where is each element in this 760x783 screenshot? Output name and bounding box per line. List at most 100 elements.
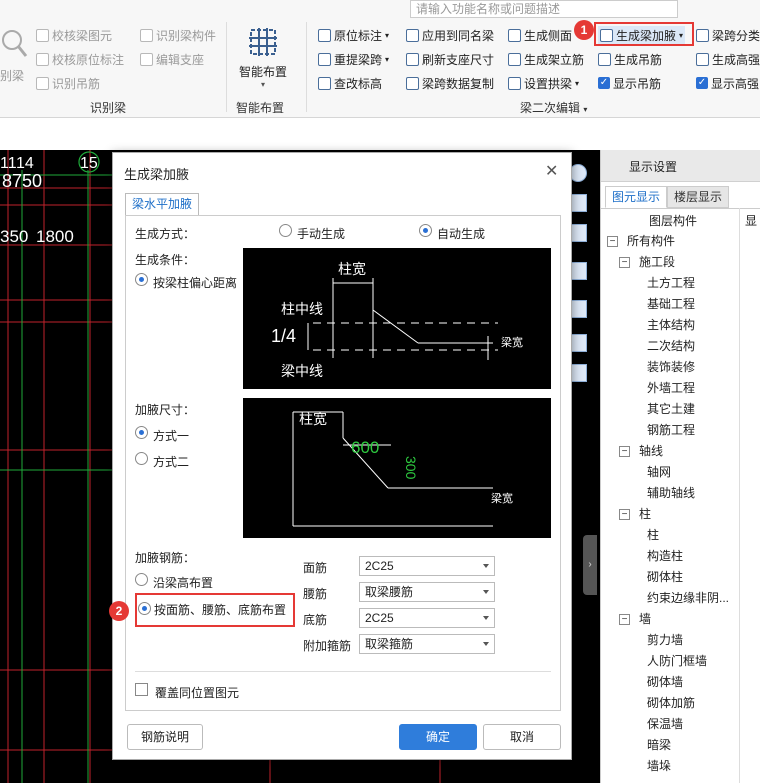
tree-item-label: 辅助轴线 xyxy=(647,486,696,500)
tree-item-label: 外墙工程 xyxy=(647,381,696,395)
tree-item-label: 土方工程 xyxy=(647,276,696,290)
tree-item-label: 砌体墙 xyxy=(647,675,684,689)
gen-beam-haunch-dialog: 生成梁加腋 ✕ 梁水平加腋 生成方式： 手动生成 自动生成 生成条件： 按梁柱偏… xyxy=(109,152,572,760)
tree-item[interactable]: 基础工程 xyxy=(601,294,760,315)
tab-floor-display[interactable]: 楼层显示 xyxy=(667,186,729,208)
collapse-toggle-icon[interactable]: − xyxy=(619,509,630,520)
tab-beam-horizontal-haunch[interactable]: 梁水平加腋 xyxy=(125,193,199,215)
tree-item[interactable]: 主体结构 xyxy=(601,315,760,336)
tree-item[interactable]: 砌体加筋 xyxy=(601,693,760,714)
extra-stirrup-select[interactable]: 取梁箍筋 xyxy=(359,634,495,654)
collapse-toggle-icon[interactable]: − xyxy=(619,446,630,457)
apply-icon xyxy=(406,28,419,42)
apply-same-beam-button[interactable]: 应用到同名梁 xyxy=(406,26,494,44)
radio-manual[interactable] xyxy=(279,224,292,237)
top-bar-select[interactable]: 2C25 xyxy=(359,556,495,576)
tree-item[interactable]: 外墙工程 xyxy=(601,378,760,399)
col-width-text-2: 柱宽 xyxy=(299,411,327,427)
field-label-waist-bar: 腰筋 xyxy=(303,587,328,601)
check-beam-button[interactable]: 校核梁图元 xyxy=(36,26,112,44)
tree-item[interactable]: 墙垛 xyxy=(601,756,760,777)
chevron-down-icon xyxy=(483,642,489,646)
tree-item[interactable]: 人防门框墙 xyxy=(601,651,760,672)
identify-hanger-button[interactable]: 识别吊筋 xyxy=(36,74,100,92)
tree-item[interactable]: 其它土建 xyxy=(601,399,760,420)
checkbox-checked-icon: ✓ xyxy=(598,77,610,89)
tree-item[interactable]: − 所有构件 xyxy=(601,231,760,252)
edit-elevation-button[interactable]: 查改标高 xyxy=(318,74,382,92)
highlight-box-rebar xyxy=(135,593,295,627)
tree-item[interactable]: 二次结构 xyxy=(601,336,760,357)
dim-300-text: 300 xyxy=(403,456,419,480)
radio-eccentric-label: 按梁柱偏心距离 xyxy=(153,276,238,290)
classify-icon xyxy=(696,28,709,42)
bottom-bar-select[interactable]: 2C25 xyxy=(359,608,495,628)
edit-support-button[interactable]: 编辑支座 xyxy=(140,50,204,68)
tab-element-display[interactable]: 图元显示 xyxy=(605,186,667,208)
collapse-toggle-icon[interactable]: − xyxy=(619,257,630,268)
collapse-toggle-icon[interactable]: − xyxy=(607,236,618,247)
radio-along-height[interactable] xyxy=(135,573,148,586)
divider xyxy=(135,671,551,672)
radio-size-mode1[interactable] xyxy=(135,426,148,439)
set-arch-beam-button[interactable]: 设置拱梁 ▾ xyxy=(508,74,579,92)
tree-item[interactable]: 约束边缘非阴... xyxy=(601,588,760,609)
check-original-mark-button[interactable]: 校核原位标注 xyxy=(36,50,124,68)
tree-item[interactable]: 土方工程 xyxy=(601,273,760,294)
beam-width-text-1: 梁宽 xyxy=(501,335,523,349)
collapse-panel-handle[interactable]: › xyxy=(583,535,597,595)
close-icon[interactable]: ✕ xyxy=(545,161,558,181)
tree-item[interactable]: 剪力墙 xyxy=(601,630,760,651)
gen-high-strength-button[interactable]: 生成高强 xyxy=(696,50,760,68)
col-width-text: 柱宽 xyxy=(338,261,366,277)
identify-beam-big-button[interactable]: 别梁 xyxy=(0,24,30,84)
field-label-extra-stirrup: 附加箍筋 xyxy=(303,639,352,653)
tree-item[interactable]: 构造柱 xyxy=(601,546,760,567)
radio-auto[interactable] xyxy=(419,224,432,237)
waist-bar-select[interactable]: 取梁腰筋 xyxy=(359,582,495,602)
gen-hanger-button[interactable]: 生成吊筋 xyxy=(598,50,662,68)
tree-item-label: 柱 xyxy=(639,507,652,521)
tree-item[interactable]: 辅助轴线 xyxy=(601,483,760,504)
ribbon-toolbar: 请输入功能名称或问题描述 别梁 校核梁图元 识别梁构件 校核原位标注 编辑支座 … xyxy=(0,0,760,118)
tree-item-label: 构造柱 xyxy=(647,549,684,563)
identify-beam-component-button[interactable]: 识别梁构件 xyxy=(140,26,216,44)
haunch-diagram-2: 柱宽 600 300 梁宽 xyxy=(292,411,513,527)
collapse-toggle-icon[interactable]: − xyxy=(619,614,630,625)
chevron-down-icon: ▾ xyxy=(583,105,588,114)
tree-item[interactable]: 轴网 xyxy=(601,462,760,483)
ratio-text: 1/4 xyxy=(271,326,296,346)
smart-layout-button[interactable]: 智能布置 ▾ xyxy=(234,24,292,94)
show-high-strength-checkbox[interactable]: ✓ 显示高强 xyxy=(696,74,759,92)
original-mark-button[interactable]: 原位标注 ▾ xyxy=(318,26,389,44)
tree-item[interactable]: − 柱 xyxy=(601,504,760,525)
tree-item[interactable]: 柱 xyxy=(601,525,760,546)
gen-erection-bar-button[interactable]: 生成架立筋 xyxy=(508,50,584,68)
gen-side-button[interactable]: 生成侧面 xyxy=(508,26,572,44)
rebar-help-button[interactable]: 钢筋说明 xyxy=(127,724,203,750)
axis-label-15: 15 xyxy=(80,155,98,172)
tree-item-label: 施工段 xyxy=(639,255,676,269)
tree-item[interactable]: − 施工段 xyxy=(601,252,760,273)
tree-item[interactable]: 装饰装修 xyxy=(601,357,760,378)
tree-item-label: 保温墙 xyxy=(647,717,684,731)
ok-button[interactable]: 确定 xyxy=(399,724,477,750)
tree-item[interactable]: − 轴线 xyxy=(601,441,760,462)
overwrite-checkbox[interactable] xyxy=(135,683,148,696)
tree-item[interactable]: 砌体墙 xyxy=(601,672,760,693)
respan-button[interactable]: 重提梁跨 ▾ xyxy=(318,50,389,68)
radio-eccentric[interactable] xyxy=(135,273,148,286)
radio-size-mode2[interactable] xyxy=(135,452,148,465)
cancel-button[interactable]: 取消 xyxy=(483,724,561,750)
span-classify-button[interactable]: 梁跨分类 xyxy=(696,26,760,44)
refresh-support-button[interactable]: 刷新支座尺寸 xyxy=(406,50,494,68)
tree-item[interactable]: 暗梁 xyxy=(601,735,760,756)
tree-item[interactable]: 保温墙 xyxy=(601,714,760,735)
copy-span-data-button[interactable]: 梁跨数据复制 xyxy=(406,74,494,92)
show-hanger-checkbox[interactable]: ✓ 显示吊筋 xyxy=(598,74,661,92)
search-input[interactable]: 请输入功能名称或问题描述 xyxy=(410,0,678,18)
tree-item[interactable]: 钢筋工程 xyxy=(601,420,760,441)
hanger-icon xyxy=(598,52,611,66)
tree-item[interactable]: 砌体柱 xyxy=(601,567,760,588)
tree-item[interactable]: − 墙 xyxy=(601,609,760,630)
